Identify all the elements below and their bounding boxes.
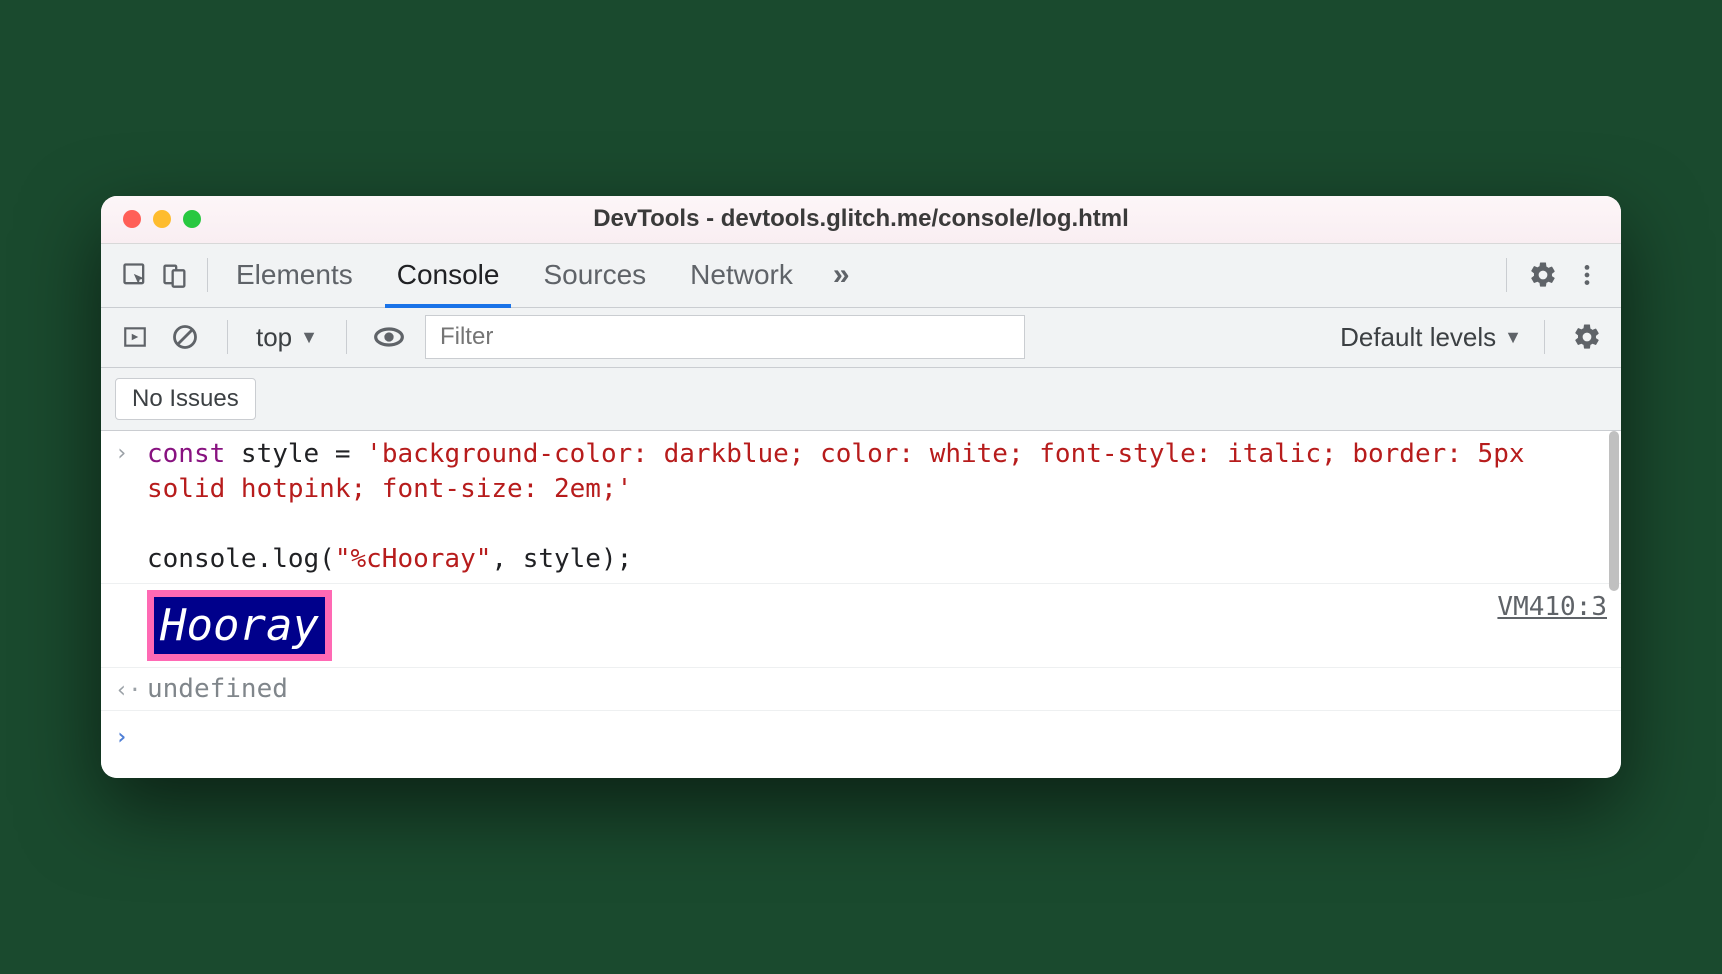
- source-link[interactable]: VM410:3: [1497, 590, 1607, 622]
- settings-icon[interactable]: [1523, 255, 1563, 295]
- close-window-button[interactable]: [123, 210, 141, 228]
- maximize-window-button[interactable]: [183, 210, 201, 228]
- window-controls: [123, 210, 201, 228]
- window-title: DevTools - devtools.glitch.me/console/lo…: [593, 205, 1129, 233]
- device-toggle-icon[interactable]: [155, 255, 195, 295]
- issues-button[interactable]: No Issues: [115, 378, 256, 420]
- main-tabbar: Elements Console Sources Network »: [101, 244, 1621, 308]
- live-expression-icon[interactable]: [369, 317, 409, 357]
- minimize-window-button[interactable]: [153, 210, 171, 228]
- return-value: undefined: [147, 674, 1607, 704]
- divider: [1506, 258, 1507, 292]
- devtools-window: DevTools - devtools.glitch.me/console/lo…: [101, 196, 1621, 779]
- inspect-icon[interactable]: [115, 255, 155, 295]
- divider: [1544, 320, 1545, 354]
- divider: [346, 320, 347, 354]
- divider: [227, 320, 228, 354]
- log-levels-selector[interactable]: Default levels ▼: [1340, 322, 1522, 353]
- console-toolbar: top ▼ Default levels ▼: [101, 308, 1621, 368]
- issues-bar: No Issues: [101, 368, 1621, 431]
- tab-console[interactable]: Console: [393, 245, 504, 305]
- filter-input[interactable]: [425, 315, 1025, 359]
- gutter-spacer: [115, 590, 147, 594]
- console-code[interactable]: const style = 'background-color: darkblu…: [147, 437, 1607, 577]
- chevron-down-icon: ▼: [300, 327, 318, 348]
- sidebar-toggle-icon[interactable]: [115, 317, 155, 357]
- console-settings-icon[interactable]: [1567, 317, 1607, 357]
- chevron-down-icon: ▼: [1504, 327, 1522, 348]
- levels-label: Default levels: [1340, 322, 1496, 353]
- console-input-row: › const style = 'background-color: darkb…: [101, 431, 1621, 584]
- tab-elements[interactable]: Elements: [232, 245, 357, 305]
- console-prompt-row[interactable]: ›: [101, 711, 1621, 778]
- kebab-menu-icon[interactable]: [1567, 255, 1607, 295]
- return-chevron-icon: ‹·: [115, 674, 147, 703]
- context-label: top: [256, 322, 292, 353]
- input-chevron-icon: ›: [115, 437, 147, 466]
- context-selector[interactable]: top ▼: [250, 322, 324, 353]
- clear-console-icon[interactable]: [165, 317, 205, 357]
- scrollbar[interactable]: [1607, 431, 1621, 779]
- scrollbar-thumb[interactable]: [1609, 431, 1619, 591]
- more-tabs-icon[interactable]: »: [833, 258, 850, 292]
- tab-network[interactable]: Network: [686, 245, 797, 305]
- styled-log-output: Hooray: [147, 590, 332, 661]
- divider: [207, 258, 208, 292]
- console-return-row: ‹· undefined: [101, 668, 1621, 711]
- console-output: › const style = 'background-color: darkb…: [101, 431, 1621, 779]
- panel-tabs: Elements Console Sources Network »: [232, 245, 1494, 305]
- tab-sources[interactable]: Sources: [539, 245, 650, 305]
- prompt-chevron-icon: ›: [115, 721, 147, 750]
- titlebar: DevTools - devtools.glitch.me/console/lo…: [101, 196, 1621, 244]
- console-log-row: Hooray VM410:3: [101, 584, 1621, 668]
